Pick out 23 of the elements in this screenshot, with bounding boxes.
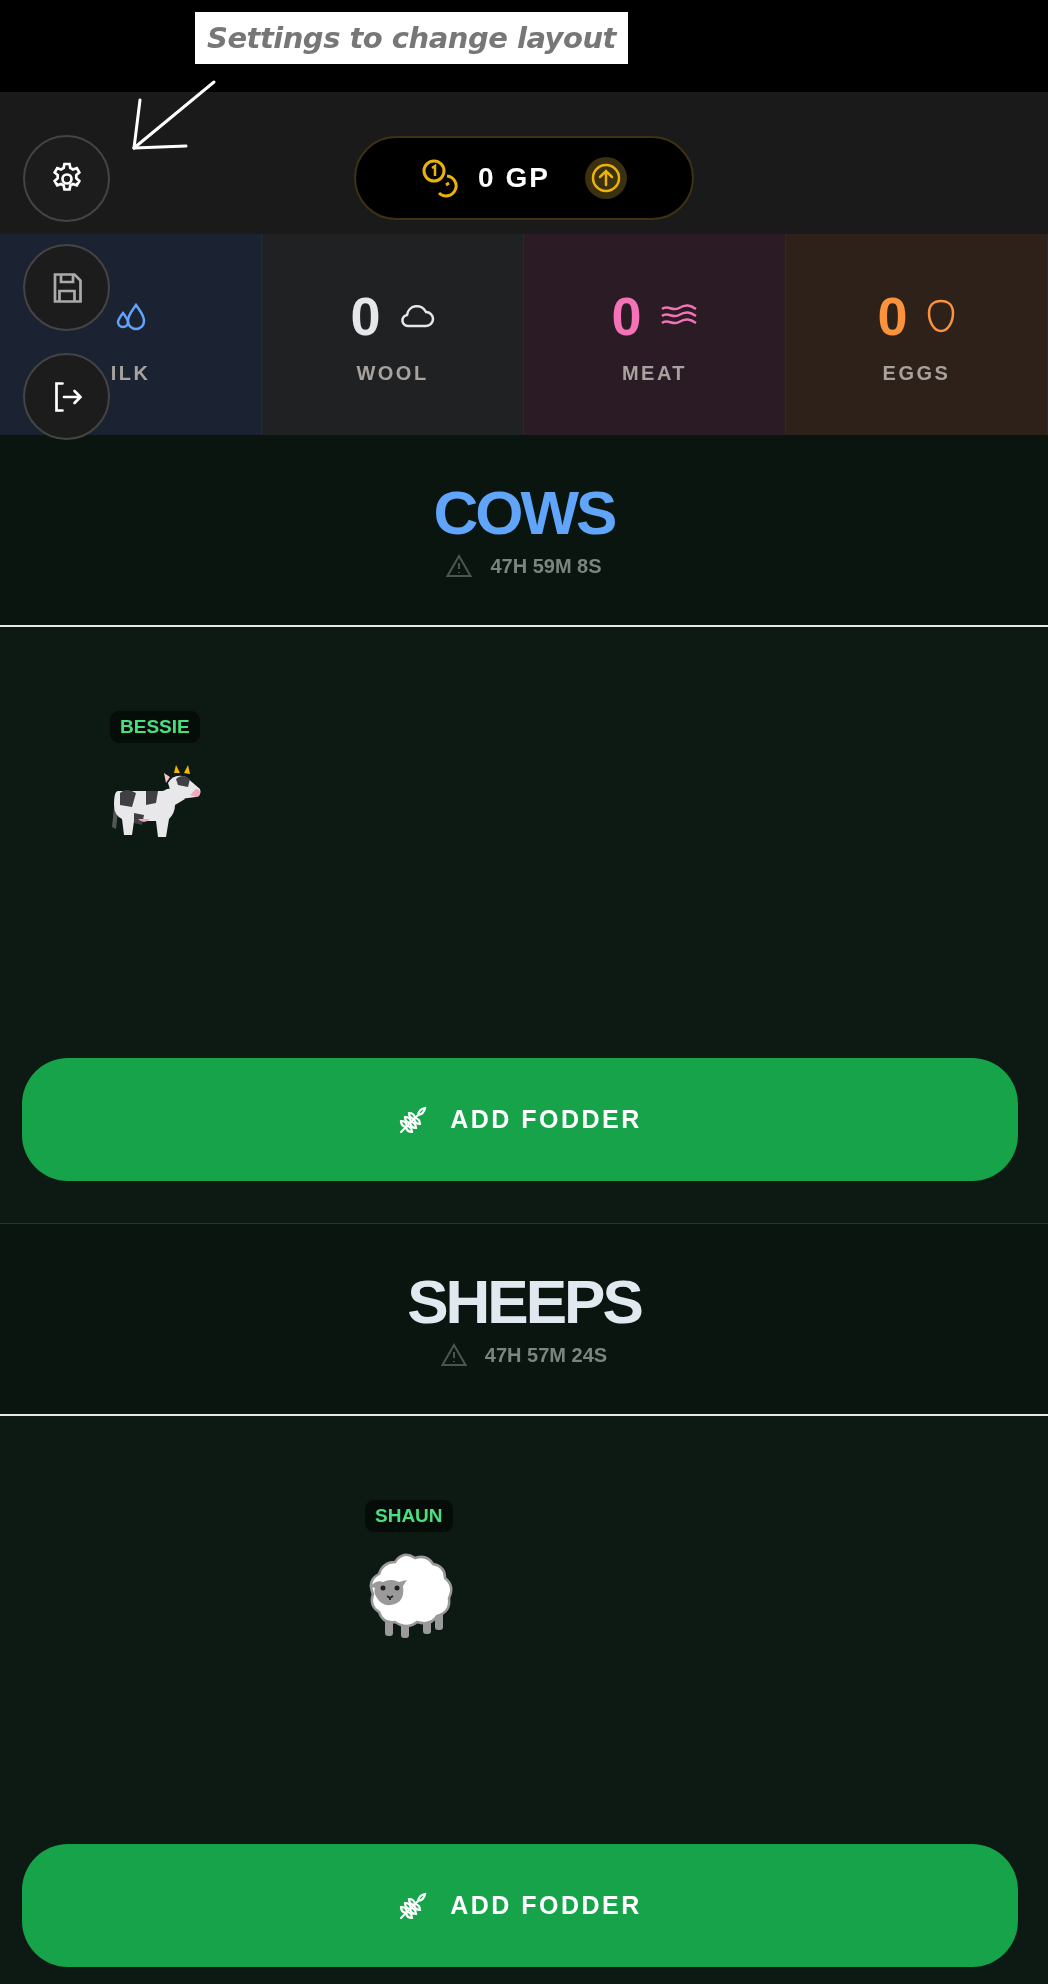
currency-amount: 0 GP — [478, 162, 550, 194]
upgrade-icon[interactable] — [583, 156, 628, 200]
annotation-label: Settings to change layout — [195, 12, 628, 64]
animal-name-tag: BESSIE — [110, 711, 200, 743]
pen-title: SHEEPS — [407, 1271, 641, 1333]
add-fodder-button[interactable]: ADD FODDER — [22, 1058, 1018, 1181]
resource-label: MEAT — [621, 362, 688, 385]
resource-label: ILK — [110, 362, 151, 385]
warning-icon — [440, 1343, 467, 1367]
add-fodder-button[interactable]: ADD FODDER — [22, 1844, 1018, 1967]
coins-icon — [420, 158, 461, 198]
wheat-icon — [398, 1890, 429, 1921]
resource-label: EGGS — [882, 362, 951, 385]
pen-title: COWS — [433, 482, 615, 544]
warning-icon — [446, 554, 473, 578]
timer-text: 47H 59M 8S — [490, 554, 602, 578]
resource-count: 0 — [350, 285, 381, 347]
resource-count: 0 — [611, 285, 642, 347]
resource-label: WOOL — [356, 362, 429, 385]
wheat-icon — [398, 1104, 429, 1135]
timer-text: 47H 57M 24S — [484, 1343, 608, 1367]
animal-name-tag: SHAUN — [365, 1500, 453, 1532]
resource-count: 0 — [877, 285, 908, 347]
